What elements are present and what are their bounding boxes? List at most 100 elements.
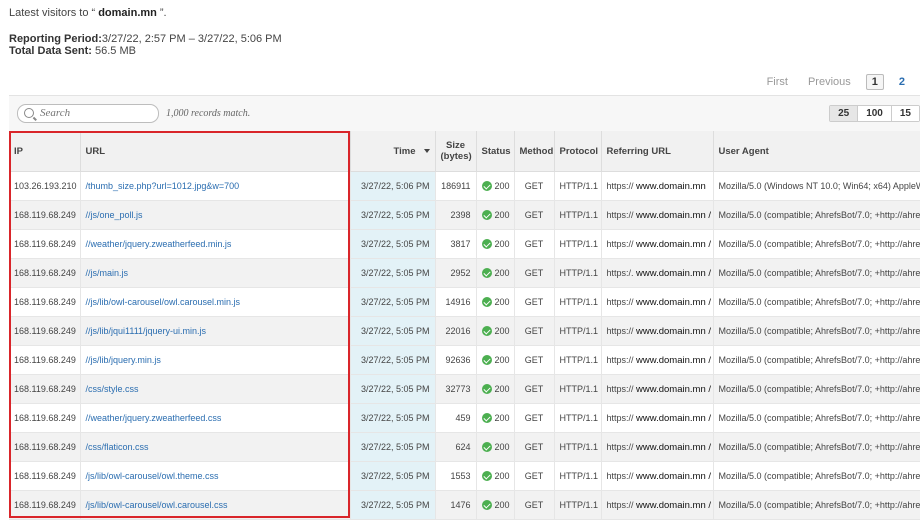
- method-cell: GET: [514, 345, 555, 375]
- url-link[interactable]: //js/lib/jqui1111/jquery-ui.min.js: [86, 326, 207, 336]
- column-header-time[interactable]: Time: [350, 131, 436, 172]
- ref-scheme: https://: [606, 296, 634, 307]
- method-cell: GET: [514, 229, 555, 259]
- ref-scheme: https://: [606, 209, 634, 220]
- column-header-referring-url[interactable]: Referring URL: [601, 131, 714, 172]
- page-size-100[interactable]: 100: [858, 106, 892, 121]
- user-agent-cell: Mozilla/5.0 (compatible; AhrefsBot/7.0; …: [713, 287, 920, 317]
- table-row[interactable]: 168.119.68.249/js/lib/owl-carousel/owl.t…: [9, 461, 920, 491]
- records-count: 1,000 records match.: [166, 108, 251, 119]
- previous-page-link[interactable]: Previous: [803, 75, 856, 89]
- status-code: 200: [494, 209, 510, 220]
- status-cell: 200: [476, 316, 515, 346]
- method-cell: GET: [514, 374, 555, 404]
- check-circle-icon: [481, 500, 492, 511]
- user-agent-cell: Mozilla/5.0 (compatible; AhrefsBot/7.0; …: [713, 200, 920, 230]
- period-label: Reporting Period:: [9, 33, 102, 45]
- ip-cell: 168.119.68.249: [9, 403, 81, 433]
- ref-domain: www.domain.mn /: [636, 383, 712, 395]
- url-cell: //js/lib/jquery.min.js: [80, 345, 351, 375]
- column-header-ip[interactable]: IP: [9, 131, 81, 172]
- status-code: 200: [494, 412, 510, 423]
- title-suffix: ”.: [159, 7, 167, 19]
- time-cell: 3/27/22, 5:05 PM: [350, 461, 436, 491]
- status-cell: 200: [476, 432, 515, 462]
- referring-url-cell: https:// www.domain.mn /: [601, 200, 714, 230]
- check-circle-icon: [481, 442, 492, 453]
- status-code: 200: [494, 470, 510, 481]
- protocol-cell: HTTP/1.1: [554, 374, 602, 404]
- check-circle-icon: [481, 471, 492, 482]
- url-link[interactable]: /thumb_size.php?url=1012.jpg&w=700: [86, 181, 240, 191]
- protocol-cell: HTTP/1.1: [554, 287, 602, 317]
- title-prefix: Latest visitors to “: [9, 7, 96, 19]
- data-sent-label: Total Data Sent:: [9, 45, 92, 57]
- page-1-button[interactable]: 1: [865, 74, 884, 90]
- column-header-protocol[interactable]: Protocol: [554, 131, 602, 172]
- page-2-button[interactable]: 2: [894, 75, 910, 89]
- time-cell: 3/27/22, 5:05 PM: [350, 403, 436, 433]
- table-row[interactable]: 168.119.68.249 //js/lib/owl-carousel/owl.…: [9, 287, 920, 317]
- search-input[interactable]: [38, 106, 152, 120]
- page-size-15[interactable]: 15: [892, 106, 920, 121]
- status-cell: 200: [476, 403, 515, 433]
- ref-scheme: https://: [606, 499, 634, 510]
- size-cell: 624: [435, 432, 477, 462]
- column-header-user-agent[interactable]: User Agent: [713, 131, 920, 172]
- url-cell: //weather/jquery.zweatherfeed.css: [80, 403, 351, 433]
- check-circle-icon: [481, 181, 492, 192]
- column-header-method[interactable]: Method: [514, 131, 555, 172]
- table-row[interactable]: 168.119.68.249 //weather/jquery.zweatherf…: [9, 403, 920, 433]
- table-row[interactable]: 168.119.68.249 //weather/jquery.zweatherf…: [9, 229, 920, 259]
- url-link[interactable]: /js/lib/owl-carousel/owl.theme.css: [86, 471, 219, 481]
- table-row[interactable]: 168.119.68.249 //js/main.js 3/27/22, 5:05 …: [9, 258, 920, 288]
- size-cell: 22016: [435, 316, 477, 346]
- table-row[interactable]: 168.119.68.249/js/lib/owl-carousel/owl.c…: [9, 490, 920, 520]
- url-link[interactable]: /css/flaticon.css: [86, 442, 149, 452]
- user-agent-cell: Mozilla/5.0 (compatible; AhrefsBot/7.0; …: [713, 490, 920, 520]
- method-cell: GET: [514, 490, 555, 520]
- url-link[interactable]: /css/style.css: [86, 384, 139, 394]
- ref-scheme: https://: [606, 383, 634, 394]
- ref-scheme: https://: [606, 441, 634, 452]
- user-agent-cell: Mozilla/5.0 (compatible; AhrefsBot/7.0; …: [713, 229, 920, 259]
- page-size-selector: 25 100 15: [829, 105, 920, 122]
- column-header-size[interactable]: Size (bytes): [435, 131, 477, 172]
- page-size-25[interactable]: 25: [830, 106, 859, 121]
- column-header-url[interactable]: URL: [80, 131, 351, 172]
- status-code: 200: [494, 499, 510, 510]
- time-cell: 3/27/22, 5:05 PM: [350, 229, 436, 259]
- table-row[interactable]: 168.119.68.249/css/style.css 3/27/22, 5:0…: [9, 374, 920, 404]
- ip-cell: 168.119.68.249: [9, 316, 81, 346]
- search-box[interactable]: [17, 104, 159, 123]
- time-cell: 3/27/22, 5:05 PM: [350, 374, 436, 404]
- ref-scheme: https://: [606, 470, 634, 481]
- table-row[interactable]: 168.119.68.249 //js/lib/jqui1111/jquery-u…: [9, 316, 920, 346]
- url-link[interactable]: //weather/jquery.zweatherfeed.min.js: [86, 239, 232, 249]
- size-cell: 1476: [435, 490, 477, 520]
- sort-desc-icon: [423, 148, 430, 153]
- url-link[interactable]: //js/lib/jquery.min.js: [86, 355, 161, 365]
- ip-cell: 168.119.68.249: [9, 229, 81, 259]
- ip-cell: 168.119.68.249: [9, 432, 81, 462]
- referring-url-cell: https:// www.domain.mn /: [601, 345, 714, 375]
- url-link[interactable]: //weather/jquery.zweatherfeed.css: [86, 413, 222, 423]
- url-cell: //js/lib/jqui1111/jquery-ui.min.js: [80, 316, 351, 346]
- column-header-status[interactable]: Status: [476, 131, 515, 172]
- table-row[interactable]: 168.119.68.249/css/flaticon.css 3/27/22, …: [9, 432, 920, 462]
- ref-domain: www.domain.mn /: [636, 325, 712, 337]
- user-agent-cell: Mozilla/5.0 (Windows NT 10.0; Win64; x64…: [713, 171, 920, 201]
- table-row[interactable]: 168.119.68.249 //js/one_poll.js 3/27/22, 5…: [9, 200, 920, 230]
- table-row[interactable]: 103.26.193.210/thumb_size.php?url=1012.j…: [9, 171, 920, 201]
- referring-url-cell: https:// www.domain.mn /: [601, 229, 714, 259]
- table-row[interactable]: 168.119.68.249 //js/lib/jquery.min.js 3/27…: [9, 345, 920, 375]
- ip-cell: 168.119.68.249: [9, 461, 81, 491]
- url-link[interactable]: //js/one_poll.js: [86, 210, 143, 220]
- referring-url-cell: https:/. www.domain.mn /: [601, 258, 714, 288]
- time-cell: 3/27/22, 5:05 PM: [350, 200, 436, 230]
- url-link[interactable]: //js/main.js: [86, 268, 129, 278]
- referring-url-cell: https:// www.domain.mn /: [601, 316, 714, 346]
- url-link[interactable]: //js/lib/owl-carousel/owl.carousel.min.j…: [86, 297, 241, 307]
- first-page-link[interactable]: First: [762, 75, 793, 89]
- url-link[interactable]: /js/lib/owl-carousel/owl.carousel.css: [86, 500, 228, 510]
